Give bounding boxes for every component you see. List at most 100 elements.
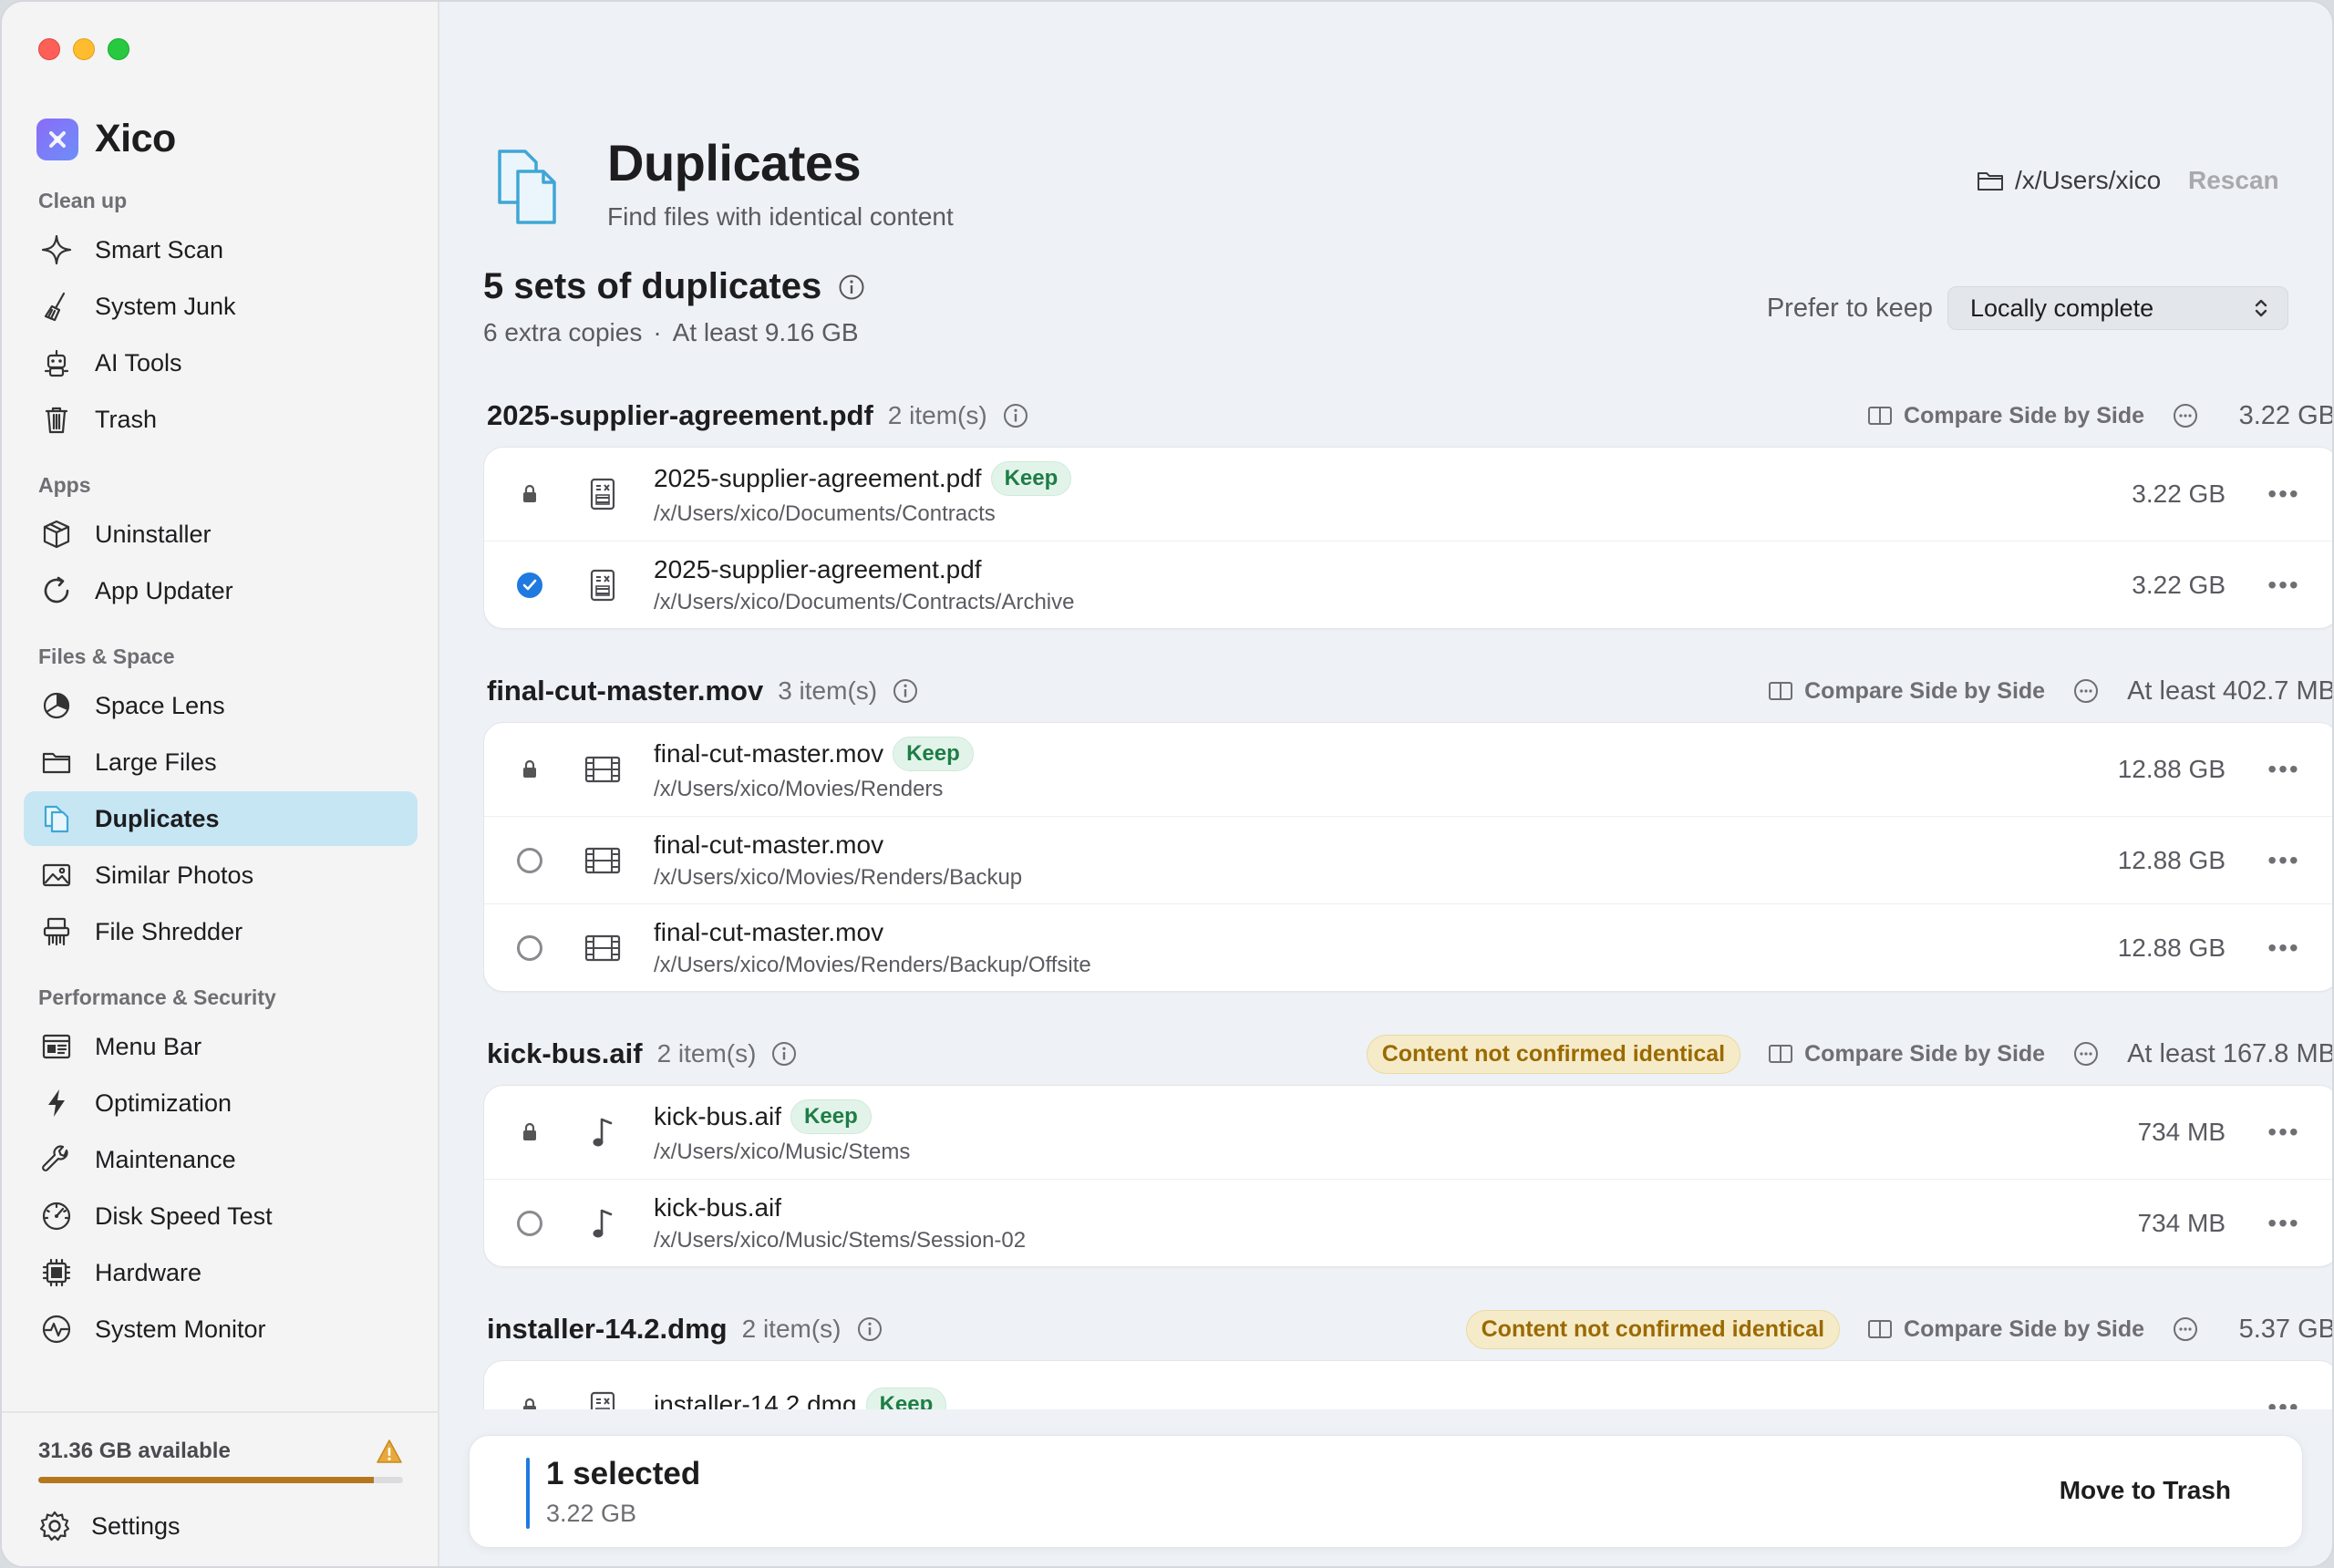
- info-icon[interactable]: [770, 1040, 798, 1068]
- info-icon[interactable]: [892, 677, 919, 705]
- row-more-button[interactable]: •••: [2257, 934, 2311, 963]
- file-row[interactable]: 2025-supplier-agreement.pdf Keep /x/User…: [484, 448, 2332, 541]
- group-size: 5.37 GB: [2238, 1314, 2334, 1344]
- file-size: 12.88 GB: [2117, 755, 2226, 783]
- sidebar-item-label: File Shredder: [95, 917, 243, 945]
- file-row[interactable]: kick-bus.aif /x/Users/xico/Music/Stems/S…: [484, 1179, 2332, 1266]
- prefer-value: Locally complete: [1970, 294, 2154, 322]
- broom-icon: [44, 292, 66, 322]
- selection-bar: 1 selected 3.22 GB Move to Trash: [469, 1435, 2303, 1548]
- file-size: 734 MB: [2137, 1208, 2226, 1237]
- app-window: Xico Clean up Smart Scan System Junk AI …: [0, 0, 2334, 1568]
- storage-bar: [38, 1477, 403, 1483]
- settings-button[interactable]: Settings: [38, 1510, 181, 1542]
- group-size: At least 167.8 MB: [2127, 1038, 2334, 1068]
- sidebar-item-system-junk[interactable]: System Junk: [24, 279, 418, 334]
- scan-path-button[interactable]: /x/Users/xico: [1977, 166, 2161, 195]
- sidebar-item-ai-tools[interactable]: AI Tools: [24, 335, 418, 390]
- sidebar-item-duplicates[interactable]: Duplicates: [24, 791, 418, 846]
- file-name: installer-14.2.dmg: [654, 1390, 857, 1409]
- file-checkbox[interactable]: [517, 847, 542, 873]
- folder-icon: [1978, 172, 2003, 191]
- sidebar-item-label: System Junk: [95, 292, 236, 320]
- sidebar-item-disk-speed-test[interactable]: Disk Speed Test: [24, 1189, 418, 1243]
- sidebar-item-large-files[interactable]: Large Files: [24, 735, 418, 789]
- sidebar-item-space-lens[interactable]: Space Lens: [24, 678, 418, 733]
- row-more-button[interactable]: •••: [2257, 1209, 2311, 1238]
- sidebar-item-icon: [38, 744, 75, 780]
- music-note-icon: [593, 1209, 613, 1237]
- row-more-button[interactable]: •••: [2257, 755, 2311, 784]
- keep-badge: Keep: [865, 1387, 947, 1409]
- file-type: [575, 934, 630, 963]
- page-header: Duplicates Find files with identical con…: [494, 129, 2318, 239]
- zoom-window-button[interactable]: [108, 38, 129, 60]
- compare-side-by-side-button[interactable]: Compare Side by Side: [1768, 1041, 2045, 1068]
- duplicate-group: 2025-supplier-agreement.pdf 2 item(s) Co…: [483, 385, 2332, 629]
- compare-side-by-side-button[interactable]: Compare Side by Side: [1867, 403, 2144, 429]
- sidebar-item-optimization[interactable]: Optimization: [24, 1076, 418, 1130]
- music-note-icon: [593, 1118, 613, 1147]
- file-row[interactable]: kick-bus.aif Keep /x/Users/xico/Music/St…: [484, 1086, 2332, 1179]
- storage-bar-fill: [38, 1477, 374, 1483]
- gauge-icon: [42, 1202, 71, 1231]
- bolt-icon: [48, 1089, 65, 1117]
- compare-side-by-side-button[interactable]: Compare Side by Side: [1768, 678, 2045, 705]
- close-window-button[interactable]: [38, 38, 60, 60]
- file-name: kick-bus.aif: [654, 1192, 782, 1222]
- sidebar-item-hardware[interactable]: Hardware: [24, 1245, 418, 1300]
- sidebar-item-system-monitor[interactable]: System Monitor: [24, 1302, 418, 1357]
- sidebar-item-trash[interactable]: Trash: [24, 392, 418, 447]
- sidebar-item-uninstaller[interactable]: Uninstaller: [24, 507, 418, 562]
- file-checkbox[interactable]: [517, 1210, 542, 1236]
- sidebar-item-similar-photos[interactable]: Similar Photos: [24, 848, 418, 903]
- keep-badge: Keep: [893, 737, 974, 771]
- file-size: 12.88 GB: [2117, 933, 2226, 962]
- group-name: kick-bus.aif: [487, 1037, 643, 1069]
- file-row[interactable]: final-cut-master.mov /x/Users/xico/Movie…: [484, 903, 2332, 991]
- sidebar-item-smart-scan[interactable]: Smart Scan: [24, 222, 418, 277]
- row-more-button[interactable]: •••: [2257, 571, 2311, 600]
- info-icon[interactable]: [856, 1315, 883, 1343]
- rescan-button[interactable]: Rescan: [2188, 166, 2279, 195]
- shredder-icon: [43, 917, 70, 946]
- more-options-icon[interactable]: [2172, 402, 2199, 429]
- file-name: final-cut-master.mov: [654, 739, 884, 768]
- file-checkbox[interactable]: [517, 934, 542, 961]
- more-options-icon[interactable]: [2072, 677, 2100, 705]
- file-row[interactable]: 2025-supplier-agreement.pdf /x/Users/xic…: [484, 541, 2332, 628]
- section-label: Performance & Security: [38, 985, 276, 1009]
- document-icon: [590, 569, 615, 601]
- sidebar-item-menu-bar[interactable]: Menu Bar: [24, 1019, 418, 1074]
- prefer-label: Prefer to keep: [1766, 293, 1933, 323]
- more-options-icon[interactable]: [2172, 1315, 2199, 1343]
- file-name: final-cut-master.mov: [654, 917, 884, 946]
- row-more-button[interactable]: •••: [2257, 480, 2311, 509]
- checkmark-icon: [522, 579, 537, 590]
- info-icon[interactable]: [1002, 402, 1029, 429]
- sidebar-item-label: Smart Scan: [95, 235, 224, 263]
- file-row[interactable]: final-cut-master.mov Keep /x/Users/xico/…: [484, 723, 2332, 816]
- group-file-list: kick-bus.aif Keep /x/Users/xico/Music/St…: [483, 1085, 2332, 1267]
- sidebar-item-app-updater[interactable]: App Updater: [24, 563, 418, 618]
- file-checkbox-checked[interactable]: [517, 572, 542, 598]
- row-more-button[interactable]: •••: [2257, 1118, 2311, 1147]
- prefer-select[interactable]: Locally complete: [1947, 286, 2288, 330]
- compare-side-by-side-button[interactable]: Compare Side by Side: [1867, 1316, 2144, 1343]
- row-more-button[interactable]: •••: [2257, 846, 2311, 875]
- refresh-icon: [44, 576, 69, 603]
- sidebar-item-file-shredder[interactable]: File Shredder: [24, 904, 418, 959]
- info-icon[interactable]: [838, 273, 865, 301]
- more-options-icon[interactable]: [2072, 1040, 2100, 1068]
- film-icon: [584, 934, 621, 961]
- row-more-button[interactable]: •••: [2257, 1393, 2311, 1409]
- move-to-trash-button[interactable]: Move to Trash: [2060, 1476, 2231, 1505]
- sidebar-item-label: Uninstaller: [95, 520, 212, 548]
- file-row[interactable]: installer-14.2.dmg Keep •••: [484, 1361, 2332, 1409]
- sidebar-item-maintenance[interactable]: Maintenance: [24, 1132, 418, 1187]
- duplicate-group: installer-14.2.dmg 2 item(s) Content not…: [483, 1298, 2334, 1409]
- row-selector: [484, 1210, 575, 1236]
- file-row[interactable]: final-cut-master.mov /x/Users/xico/Movie…: [484, 816, 2332, 903]
- minimize-window-button[interactable]: [73, 38, 95, 60]
- row-selector: [484, 934, 575, 961]
